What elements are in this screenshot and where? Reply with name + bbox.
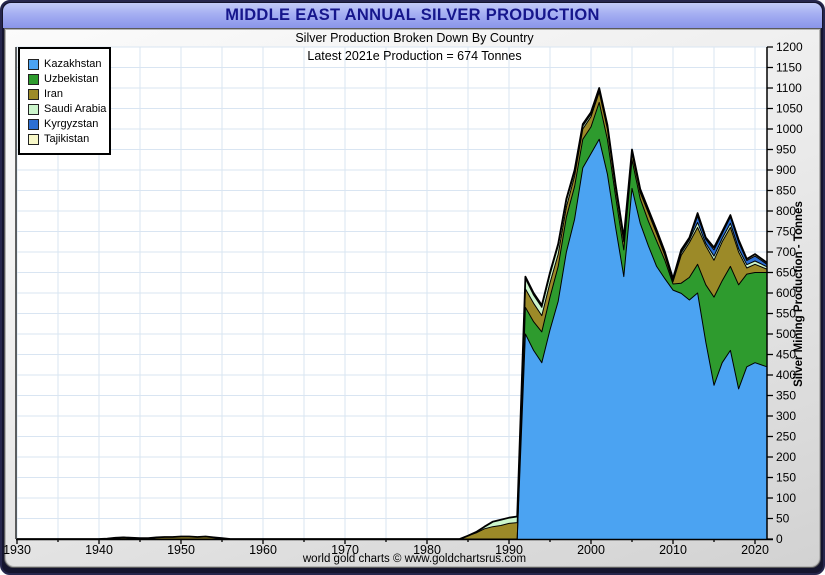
legend-label: Tajikistan [44,133,90,145]
y-tick-label: 100 [776,491,796,505]
legend-item: Uzbekistan [28,72,105,86]
chart-canvas: 1930 1940 1950 1960 1970 1980 1990 2000 2010 2020… [3,40,805,557]
legend-item: Kyrgyzstan [28,117,105,131]
y-tick-label: 350 [776,389,796,403]
legend-label: Saudi Arabia [44,103,107,115]
chart-annotation: Latest 2021e Production = 674 Tonnes [307,49,522,63]
chart-subtitle: Silver Production Broken Down By Country [295,31,534,45]
y-tick-label: 200 [776,450,796,464]
legend-swatch-uzbekistan [28,73,39,85]
legend-swatch-tajikistan [28,133,39,145]
y-tick-label: 300 [776,409,796,423]
legend-item: Saudi Arabia [28,102,107,116]
legend-label: Iran [44,88,63,100]
legend-label: Kazakhstan [44,58,102,70]
y-tick-label: 1100 [776,81,802,95]
y-tick-label: 50 [776,512,790,526]
legend-item: Tajikistan [28,132,105,146]
y-axis-title: Silver Mining Production - Tonnes [793,201,805,387]
legend-swatch-kazakhstan [28,58,39,70]
y-tick-label: 900 [776,163,796,177]
y-tick-label: 0 [776,532,783,546]
y-tick-label: 150 [776,471,796,485]
y-tick-label: 850 [776,184,796,198]
legend-swatch-saudi-arabia [28,103,39,115]
legend-label: Kyrgyzstan [44,118,99,130]
legend-item: Iran [28,87,105,101]
footer-credit: world gold charts © www.goldchartsrus.co… [302,553,527,565]
legend: Kazakhstan Uzbekistan Iran Saudi Arabia … [18,47,111,155]
legend-item: Kazakhstan [28,57,105,71]
y-tick-label: 250 [776,430,796,444]
legend-swatch-kyrgyzstan [28,118,39,130]
y-tick-label: 1050 [776,102,803,116]
y-tick-label: 1000 [776,122,803,136]
legend-label: Uzbekistan [44,73,99,85]
y-tick-label: 950 [776,143,796,157]
legend-swatch-iran [28,88,39,100]
chart-frame: MIDDLE EAST ANNUAL SILVER PRODUCTION 193… [0,0,825,575]
